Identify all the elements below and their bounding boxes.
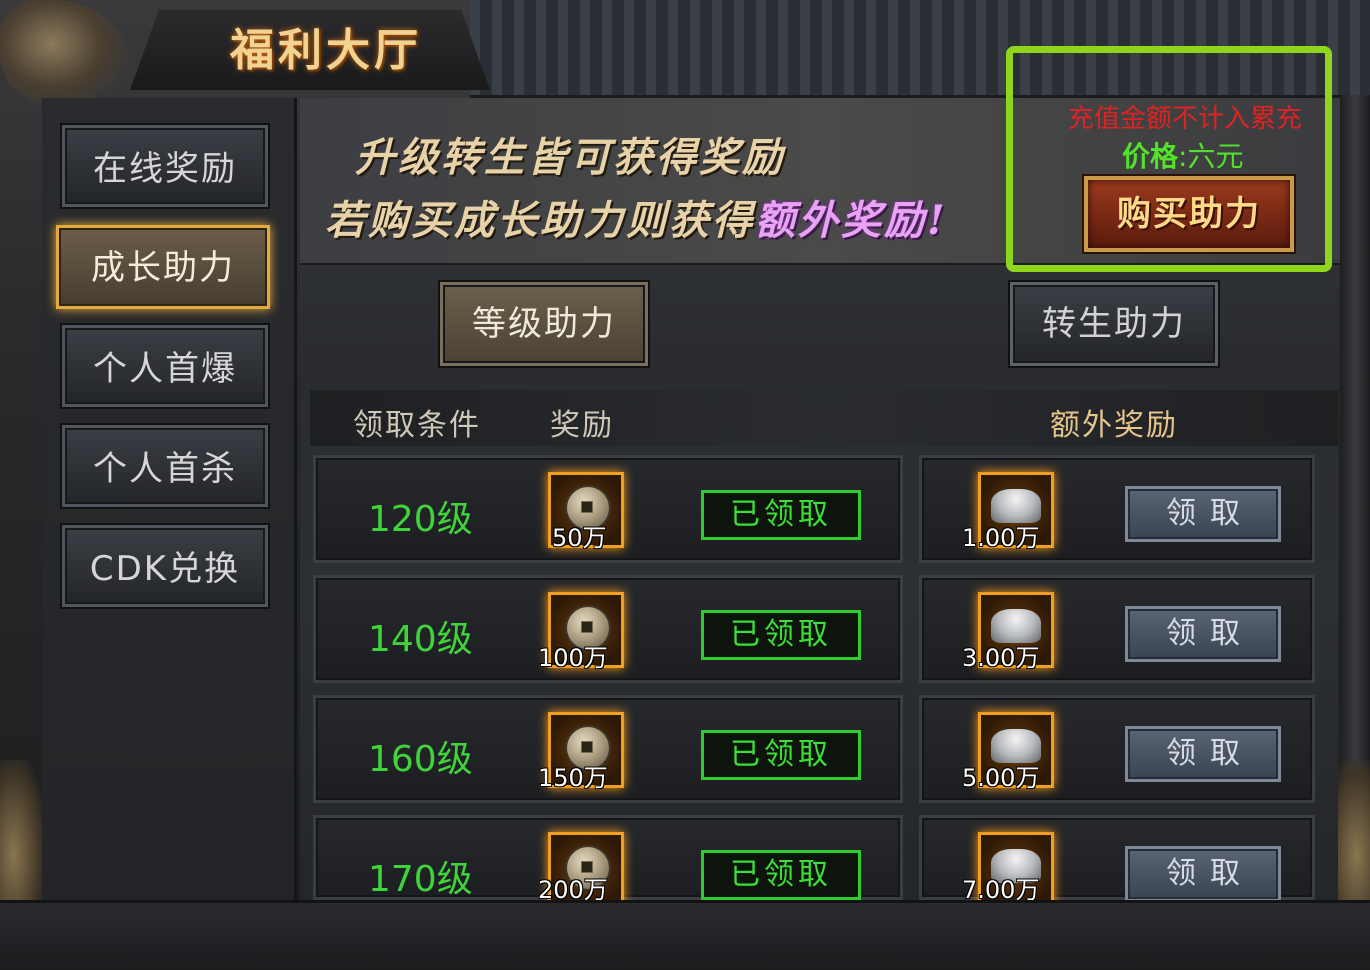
claimed-status: 已领取 [701, 490, 861, 540]
claimed-status: 已领取 [701, 610, 861, 660]
claim-button[interactable]: 领取 [1125, 486, 1281, 542]
sidebar-item-online-reward[interactable]: 在线奖励 [62, 125, 268, 207]
extra-reward-row: 7.00万 领取 [919, 815, 1315, 908]
claim-button[interactable]: 领取 [1125, 606, 1281, 662]
table-row: 120级 50万 已领取 [313, 455, 903, 563]
header-condition: 领取条件 [353, 408, 481, 443]
tab-level-boost[interactable]: 等级助力 [440, 282, 648, 366]
sidebar-item-cdk-exchange[interactable]: CDK兑换 [62, 525, 268, 607]
claimed-status: 已领取 [701, 850, 861, 900]
table-row: 140级 100万 已领取 [313, 575, 903, 683]
highlight-box [1006, 46, 1332, 272]
claim-button[interactable]: 领取 [1125, 726, 1281, 782]
extra-reward-quantity: 5.00万 [962, 764, 1040, 792]
extra-reward-row: 1.00万 领取 [919, 455, 1315, 563]
level-requirement: 170级 [368, 859, 473, 900]
sidebar-item-personal-first-drop[interactable]: 个人首爆 [62, 325, 268, 407]
welfare-hall-window: 福利大厅 在线奖励 成长助力 个人首爆 个人首杀 CDK兑换 升级转生皆可获得奖… [0, 0, 1370, 970]
dragon-ornament-icon [0, 0, 130, 110]
window-title: 福利大厅 [230, 25, 422, 76]
sidebar-item-growth-boost[interactable]: 成长助力 [56, 225, 270, 309]
banner-line-2-emphasis: 额外奖励! [755, 197, 948, 244]
right-pillar [1340, 95, 1370, 775]
banner-line-2: 若购买成长助力则获得额外奖励! [325, 188, 948, 246]
reward-quantity: 150万 [538, 764, 608, 792]
claim-button[interactable]: 领取 [1125, 846, 1281, 902]
claimed-status: 已领取 [701, 730, 861, 780]
header-extra-reward: 额外奖励 [1050, 408, 1178, 443]
sidebar-item-personal-first-kill[interactable]: 个人首杀 [62, 425, 268, 507]
extra-reward-quantity: 1.00万 [962, 524, 1040, 552]
level-requirement: 140级 [368, 619, 473, 660]
extra-reward-quantity: 3.00万 [962, 644, 1040, 672]
sidebar [42, 98, 297, 938]
header-reward: 奖励 [550, 408, 614, 443]
table-row: 170级 200万 已领取 [313, 815, 903, 908]
banner-line-1: 升级转生皆可获得奖励 [355, 134, 785, 181]
reward-quantity: 100万 [538, 644, 608, 672]
bottom-frame [0, 900, 1370, 970]
table-row: 160级 150万 已领取 [313, 695, 903, 803]
tab-rebirth-boost[interactable]: 转生助力 [1010, 282, 1218, 366]
reward-quantity: 50万 [552, 524, 607, 552]
banner-line-2-prefix: 若购买成长助力则获得 [325, 197, 755, 244]
extra-reward-row: 3.00万 领取 [919, 575, 1315, 683]
extra-reward-row: 5.00万 领取 [919, 695, 1315, 803]
level-requirement: 120级 [368, 499, 473, 540]
level-requirement: 160级 [368, 739, 473, 780]
